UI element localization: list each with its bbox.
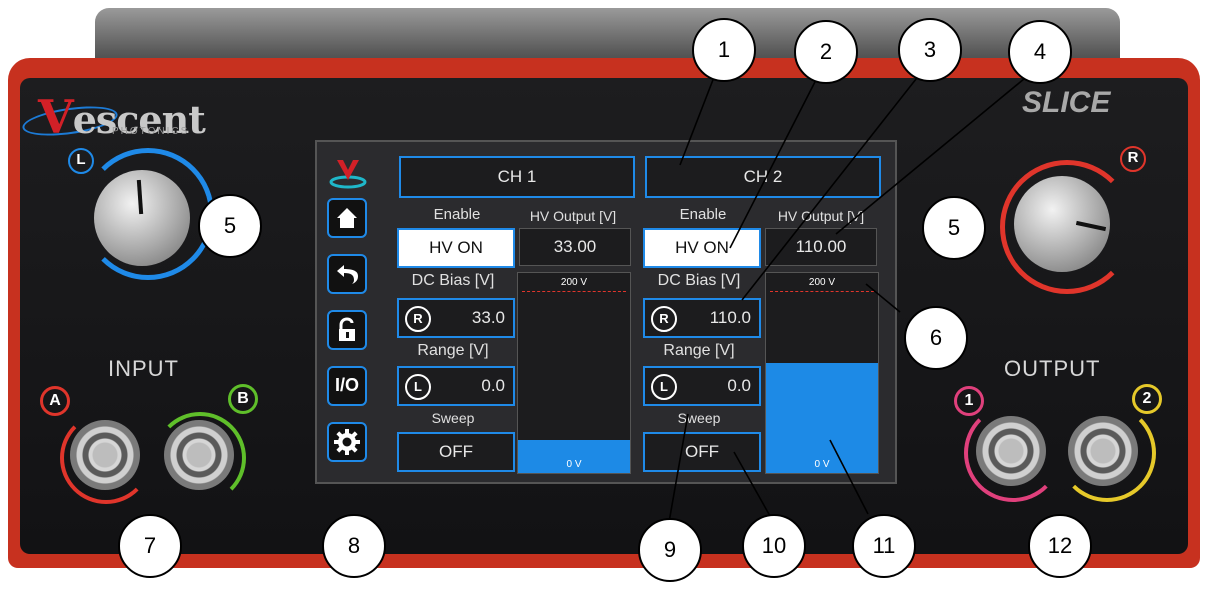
callout-8: 8: [322, 514, 386, 578]
callout-3: 3: [898, 18, 962, 82]
callout-5-left: 5: [198, 194, 262, 258]
callout-7: 7: [118, 514, 182, 578]
callout-1: 1: [692, 18, 756, 82]
callout-6: 6: [904, 306, 968, 370]
callout-leader-lines: [667, 71, 1031, 529]
callout-5-right: 5: [922, 196, 986, 260]
callout-12: 12: [1028, 514, 1092, 578]
callout-9: 9: [638, 518, 702, 582]
callout-2: 2: [794, 20, 858, 84]
callout-4: 4: [1008, 20, 1072, 84]
callout-10: 10: [742, 514, 806, 578]
callout-11: 11: [852, 514, 916, 578]
